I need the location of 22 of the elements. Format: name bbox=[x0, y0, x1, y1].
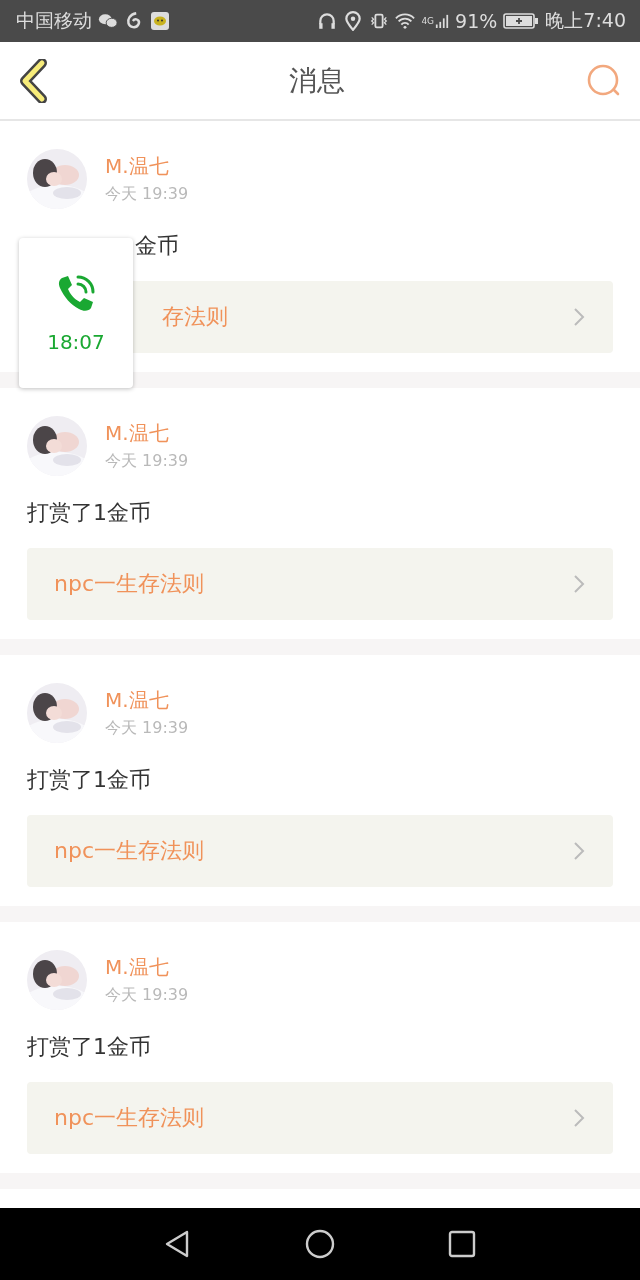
message-text: 金币 bbox=[134, 232, 180, 260]
message-time: 今天 19:39 bbox=[105, 184, 189, 205]
user-name[interactable]: M.温七 bbox=[105, 153, 189, 180]
message-text: 打赏了1金币 bbox=[27, 766, 152, 794]
battery-percent: 91% bbox=[455, 10, 498, 32]
clock: 晚上7:40 bbox=[545, 8, 626, 33]
message-text: 打赏了1金币 bbox=[27, 499, 152, 527]
call-duration: 18:07 bbox=[47, 330, 105, 354]
user-name[interactable]: M.温七 bbox=[105, 687, 189, 714]
user-name[interactable]: M.温七 bbox=[105, 954, 189, 981]
message-time: 今天 19:39 bbox=[105, 985, 189, 1006]
carrier-name: 中国移动 bbox=[16, 8, 92, 33]
page-title: 消息 bbox=[289, 62, 345, 99]
message-time: 今天 19:39 bbox=[105, 451, 189, 472]
post-link[interactable]: npc一生存法则 bbox=[27, 1082, 613, 1154]
message-text: 打赏了1金币 bbox=[27, 1033, 152, 1061]
post-link[interactable]: npc一生存法则 bbox=[27, 548, 613, 620]
user-name[interactable]: M.温七 bbox=[105, 420, 189, 447]
floating-call-dialog[interactable]: 18:07 bbox=[19, 238, 133, 388]
post-link[interactable]: npc一生存法则 bbox=[27, 815, 613, 887]
network-type: 4G bbox=[421, 16, 435, 26]
message-time: 今天 19:39 bbox=[105, 718, 189, 739]
